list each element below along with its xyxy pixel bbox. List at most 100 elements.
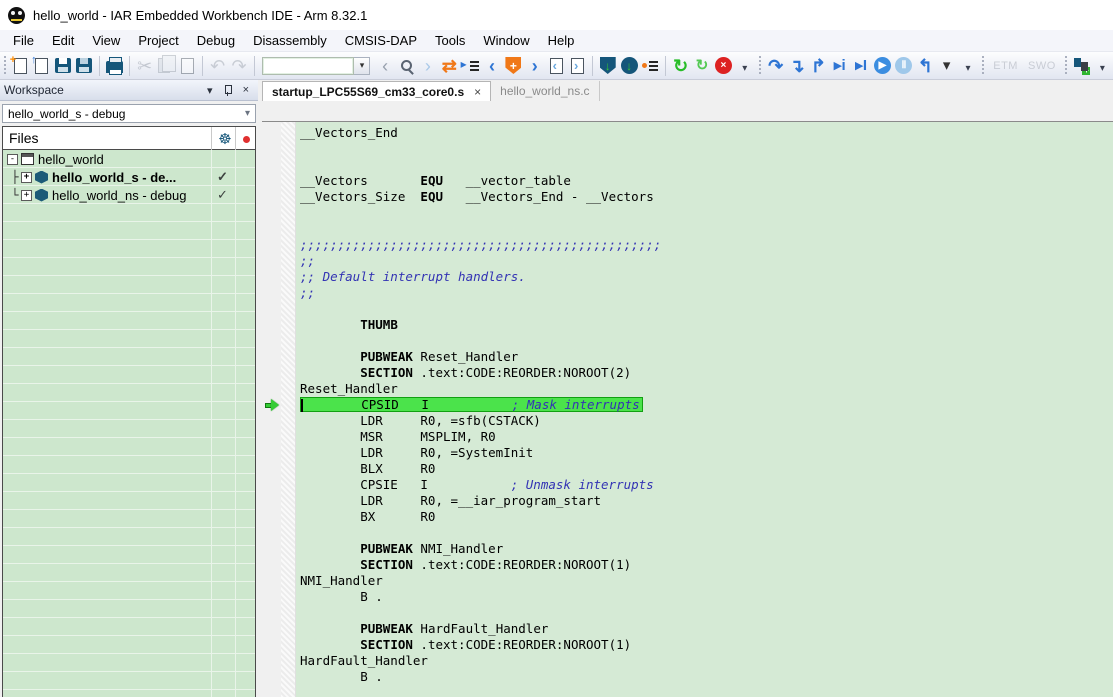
expand-icon[interactable]: +: [21, 172, 32, 183]
debug-without-downloading-button[interactable]: [641, 54, 660, 78]
menu-item-view[interactable]: View: [83, 31, 129, 50]
files-header[interactable]: Files ☸: [3, 127, 255, 150]
code-line[interactable]: ;;;;;;;;;;;;;;;;;;;;;;;;;;;;;;;;;;;;;;;;…: [300, 237, 1113, 253]
menu-item-cmsis-dap[interactable]: CMSIS-DAP: [336, 31, 426, 50]
find-button[interactable]: [397, 54, 416, 78]
stop-debugging-button[interactable]: ×: [714, 54, 733, 78]
code-line[interactable]: [300, 333, 1113, 349]
code-line[interactable]: THUMB: [300, 317, 1113, 333]
find-combobox[interactable]: ▾: [262, 57, 370, 75]
code-line[interactable]: SECTION .text:CODE:REORDER:NOROOT(1): [300, 557, 1113, 573]
reset-return-button[interactable]: ↰: [916, 54, 935, 78]
find-combo-dropdown-icon[interactable]: ▾: [354, 57, 370, 75]
step-over-button[interactable]: ↷: [766, 54, 785, 78]
break-button[interactable]: ↻: [692, 54, 711, 78]
pin-icon[interactable]: [222, 84, 234, 96]
find-input[interactable]: [262, 57, 354, 75]
code-line[interactable]: [300, 221, 1113, 237]
code-line[interactable]: [300, 141, 1113, 157]
workspace-titlebar[interactable]: Workspace ▾ ×: [0, 80, 258, 101]
code-line[interactable]: ;;: [300, 253, 1113, 269]
code-line[interactable]: __Vectors_Size EQU __Vectors_End - __Vec…: [300, 189, 1113, 205]
code-line[interactable]: LDR R0, =__iar_program_start: [300, 493, 1113, 509]
etm-button[interactable]: ETM: [988, 57, 1023, 75]
redo-button[interactable]: ↷: [229, 54, 248, 78]
toolbar-overflow-button-1[interactable]: ▾: [735, 54, 754, 78]
download-button[interactable]: ↓: [598, 54, 617, 78]
code-line[interactable]: CPSID I ; Mask interrupts: [300, 397, 1113, 413]
code-line[interactable]: [300, 605, 1113, 621]
code-line[interactable]: PUBWEAK NMI_Handler: [300, 541, 1113, 557]
step-into-button[interactable]: ↴: [787, 54, 806, 78]
code-line[interactable]: __Vectors EQU __vector_table: [300, 173, 1113, 189]
undo-button[interactable]: ↶: [208, 54, 227, 78]
run-to-cursor-button[interactable]: ▸I: [851, 54, 870, 78]
toolbar-overflow-button-3[interactable]: ▾: [1093, 54, 1112, 78]
code-line[interactable]: SECTION .text:CODE:REORDER:NOROOT(2): [300, 365, 1113, 381]
code-line[interactable]: MSR MSPLIM, R0: [300, 429, 1113, 445]
go-button[interactable]: ▶: [873, 54, 892, 78]
tree-row-hello_world[interactable]: -hello_world: [3, 150, 255, 168]
toggle-breakpoint-button[interactable]: +: [504, 54, 523, 78]
code-line[interactable]: B .: [300, 669, 1113, 685]
code-line[interactable]: __Vectors_End: [300, 125, 1113, 141]
navigate-swap-button[interactable]: ⇄: [440, 54, 459, 78]
copy-button[interactable]: [156, 54, 175, 78]
code-line[interactable]: B .: [300, 589, 1113, 605]
gear-icon[interactable]: ☸: [213, 130, 237, 148]
code-line[interactable]: NMI_Handler: [300, 573, 1113, 589]
workspace-menu-icon[interactable]: ▾: [202, 84, 218, 97]
tab-startup_LPC55S69_cm33_core0-s[interactable]: startup_LPC55S69_cm33_core0.s×: [262, 81, 491, 101]
current-execution-line[interactable]: CPSID I ; Mask interrupts: [300, 397, 643, 412]
code-line[interactable]: SECTION .text:CODE:REORDER:NOROOT(1): [300, 637, 1113, 653]
code-line[interactable]: ;;: [300, 285, 1113, 301]
swo-button[interactable]: SWO: [1023, 57, 1061, 75]
menu-item-help[interactable]: Help: [539, 31, 584, 50]
menu-item-tools[interactable]: Tools: [426, 31, 474, 50]
code-line[interactable]: BLX R0: [300, 461, 1113, 477]
toolbar-overflow-button-2[interactable]: ▾: [958, 54, 977, 78]
code-line[interactable]: [300, 157, 1113, 173]
previous-file-button[interactable]: ‹: [546, 54, 565, 78]
find-next-button[interactable]: ›: [418, 54, 437, 78]
code-line[interactable]: HardFault_Handler: [300, 653, 1113, 669]
code-line[interactable]: [300, 205, 1113, 221]
code-editor[interactable]: __Vectors_End __Vectors EQU __vector_tabl…: [296, 122, 1113, 697]
code-line[interactable]: CPSIE I ; Unmask interrupts: [300, 477, 1113, 493]
code-line[interactable]: [300, 685, 1113, 697]
workspace-close-icon[interactable]: ×: [238, 84, 254, 96]
power-log-button[interactable]: +: [1071, 54, 1090, 78]
menu-item-edit[interactable]: Edit: [43, 31, 83, 50]
pause-button[interactable]: Ⅱ: [894, 54, 913, 78]
tab-hello_world_ns-c[interactable]: hello_world_ns.c: [491, 81, 599, 101]
menu-item-file[interactable]: File: [4, 31, 43, 50]
breakpoint-column-icon[interactable]: [243, 136, 250, 143]
code-line[interactable]: ;; Default interrupt handlers.: [300, 269, 1113, 285]
previous-bookmark-button[interactable]: ‹: [482, 54, 501, 78]
find-previous-button[interactable]: ‹: [375, 54, 394, 78]
save-all-button[interactable]: [75, 54, 94, 78]
code-line[interactable]: LDR R0, =SystemInit: [300, 445, 1113, 461]
code-line[interactable]: LDR R0, =sfb(CSTACK): [300, 413, 1113, 429]
code-line[interactable]: BX R0: [300, 509, 1113, 525]
code-line[interactable]: [300, 301, 1113, 317]
code-line[interactable]: Reset_Handler: [300, 381, 1113, 397]
cut-button[interactable]: ✂: [135, 54, 154, 78]
goto-list-button[interactable]: [461, 54, 480, 78]
menu-item-project[interactable]: Project: [129, 31, 187, 50]
build-config-dropdown[interactable]: hello_world_s - debug ▾: [2, 104, 256, 123]
tree-row-hello_world_s-de-[interactable]: ├+hello_world_s - de...✓: [3, 168, 255, 186]
next-bookmark-button[interactable]: ›: [525, 54, 544, 78]
code-line[interactable]: PUBWEAK Reset_Handler: [300, 349, 1113, 365]
expand-icon[interactable]: +: [21, 190, 32, 201]
debug-dropdown-button[interactable]: ▾: [937, 54, 956, 78]
menu-item-disassembly[interactable]: Disassembly: [244, 31, 336, 50]
breakpoint-margin[interactable]: [262, 122, 281, 697]
collapse-icon[interactable]: -: [7, 154, 18, 165]
open-file-button[interactable]: ↑: [32, 54, 51, 78]
new-document-button[interactable]: +: [11, 54, 30, 78]
download-and-debug-button[interactable]: ↓: [619, 54, 638, 78]
save-button[interactable]: [53, 54, 72, 78]
print-button[interactable]: [105, 54, 124, 78]
next-statement-button[interactable]: ▸i: [830, 54, 849, 78]
